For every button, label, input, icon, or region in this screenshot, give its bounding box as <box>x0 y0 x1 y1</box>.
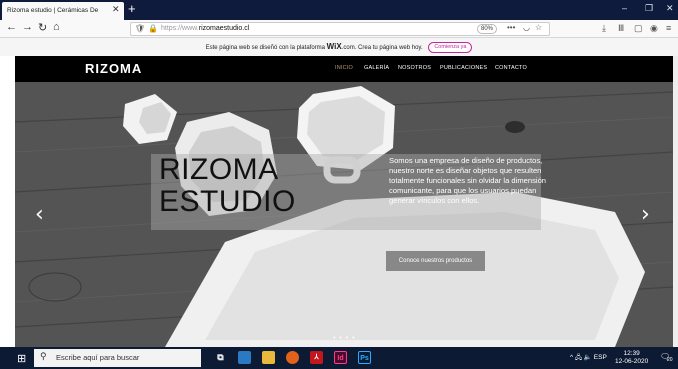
taskbar-search[interactable]: ⚲ Escribe aquí para buscar <box>34 349 201 367</box>
reload-icon[interactable]: ↻ <box>38 21 47 34</box>
site-header: RIZOMA INICIO GALERÍA NOSOTROS PUBLICACI… <box>15 56 673 82</box>
wix-banner-text: Este página web se diseñó con la platafo… <box>205 45 327 51</box>
nav-item-inicio[interactable]: INICIO <box>335 65 353 71</box>
url-text: https://www.rizomaestudio.cl <box>161 25 250 32</box>
hero-title: RIZOMA ESTUDIO <box>159 153 296 218</box>
nav-item-contacto[interactable]: CONTACTO <box>495 65 527 71</box>
maximize-icon[interactable]: ❐ <box>645 3 653 14</box>
taskbar-clock[interactable]: 12:39 12-06-2020 <box>615 350 648 366</box>
notification-count: 20 <box>667 357 673 363</box>
browser-tab[interactable]: Rizoma estudio | Cerámicas De ✕ <box>2 2 124 20</box>
wix-banner-text-end: .com. Crea tu página web hoy. <box>341 45 423 51</box>
zoom-badge[interactable]: 80% <box>477 24 497 34</box>
system-tray[interactable]: ^ 🖧 🔈 ESP <box>570 353 607 364</box>
minimize-icon[interactable]: – <box>622 3 627 13</box>
wix-start-button[interactable]: Comienza ya <box>428 41 473 53</box>
browser-navbar: ← → ↻ ⌂ 🛡 🔒 https://www.rizomaestudio.cl… <box>0 20 678 38</box>
prev-slide-icon[interactable]: ‹ <box>35 202 44 227</box>
next-slide-icon[interactable]: › <box>641 202 650 227</box>
indesign-icon[interactable]: Id <box>334 351 347 364</box>
clock-time: 12:39 <box>623 350 640 357</box>
acrobat-icon[interactable]: ⅄ <box>310 351 323 364</box>
account-icon[interactable]: ◉ <box>650 23 658 34</box>
url-bar[interactable]: 🛡 🔒 https://www.rizomaestudio.cl 80% •••… <box>130 22 550 36</box>
search-icon: ⚲ <box>40 351 47 361</box>
hero-description: Somos una empresa de diseño de productos… <box>389 156 547 205</box>
bookmark-star-icon[interactable]: ☆ <box>535 23 542 32</box>
wix-logo: WiX <box>326 42 342 51</box>
wix-banner: Este página web se diseñó con la platafo… <box>0 38 678 56</box>
file-explorer-icon[interactable] <box>262 351 275 364</box>
home-icon[interactable]: ⌂ <box>53 21 60 33</box>
photos-icon[interactable] <box>238 351 251 364</box>
pocket-icon[interactable]: ◡ <box>523 23 530 32</box>
hero-slideshow: RIZOMA ESTUDIO Somos una empresa de dise… <box>15 82 673 347</box>
windows-taskbar: ⊞ ⚲ Escribe aquí para buscar ⧉ ⅄ Id Ps ^… <box>0 347 678 369</box>
slide-dots[interactable]: • • • • <box>333 335 356 342</box>
products-cta-button[interactable]: Conoce nuestros productos <box>386 251 485 271</box>
browser-tab-strip: Rizoma estudio | Cerámicas De ✕ + – ❐ ✕ <box>0 0 678 20</box>
windows-start-icon[interactable]: ⊞ <box>17 352 26 365</box>
task-view-icon[interactable]: ⧉ <box>214 351 227 364</box>
download-icon[interactable]: ⤓ <box>602 23 606 34</box>
new-tab-button[interactable]: + <box>128 1 136 16</box>
nav-item-publicaciones[interactable]: PUBLICACIONES <box>440 65 487 71</box>
page-actions-icon[interactable]: ••• <box>507 23 515 32</box>
site-logo[interactable]: RIZOMA <box>85 61 142 76</box>
photoshop-icon[interactable]: Ps <box>358 351 371 364</box>
lock-icon: 🔒 <box>148 24 158 33</box>
search-placeholder: Escribe aquí para buscar <box>56 353 140 362</box>
shield-icon[interactable]: 🛡 <box>135 24 145 33</box>
sidebar-icon[interactable]: ▢ <box>634 23 643 34</box>
nav-item-nosotros[interactable]: NOSOTROS <box>398 65 431 71</box>
forward-icon[interactable]: → <box>22 21 33 33</box>
scrollbar[interactable] <box>673 56 678 347</box>
nav-item-galeria[interactable]: GALERÍA <box>364 65 389 71</box>
window-close-icon[interactable]: ✕ <box>666 3 674 14</box>
tab-title: Rizoma estudio | Cerámicas De <box>7 7 99 14</box>
close-icon[interactable]: ✕ <box>112 4 120 15</box>
firefox-icon[interactable] <box>286 351 299 364</box>
clock-date: 12-06-2020 <box>615 358 649 365</box>
menu-icon[interactable]: ≡ <box>666 23 671 33</box>
back-icon[interactable]: ← <box>6 21 17 33</box>
page-margin <box>0 56 15 347</box>
library-icon[interactable]: Ⅲ <box>618 23 624 34</box>
